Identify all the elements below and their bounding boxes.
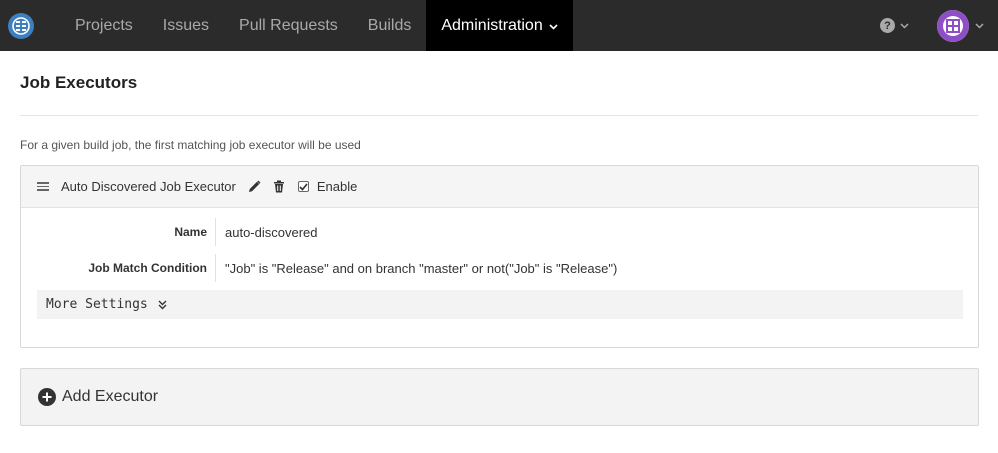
prop-value: "Job" is "Release" and on branch "master… (225, 260, 618, 276)
page-hint: For a given build job, the first matchin… (20, 138, 361, 152)
plus-circle-icon (38, 388, 56, 406)
chevron-down-icon (549, 17, 558, 35)
app-logo[interactable] (0, 0, 42, 51)
topbar-right: ? (880, 0, 998, 51)
page-title: Job Executors (20, 73, 138, 92)
nav-item-projects[interactable]: Projects (60, 0, 148, 51)
prop-row-name: Name auto-discovered (21, 218, 978, 246)
avatar (937, 9, 969, 42)
prop-value: auto-discovered (225, 224, 318, 240)
prop-label: Name (174, 225, 207, 239)
chevron-down-icon (975, 22, 984, 29)
enable-label: Enable (316, 179, 358, 194)
add-executor-button[interactable]: Add Executor (20, 368, 979, 426)
prop-label: Job Match Condition (88, 261, 207, 275)
executor-card-header: Auto Discovered Job Executor Enable (21, 166, 978, 208)
question-icon: ? (880, 18, 895, 33)
title-divider (20, 115, 978, 116)
edit-pencil-icon[interactable] (248, 180, 262, 194)
executor-card: Auto Discovered Job Executor Enable Name… (20, 165, 979, 348)
enable-checkbox[interactable] (297, 181, 309, 192)
prop-row-job-match-condition: Job Match Condition "Job" is "Release" a… (21, 254, 978, 282)
nav-item-builds[interactable]: Builds (353, 0, 427, 51)
drag-handle-icon[interactable] (37, 182, 49, 191)
help-menu-button[interactable]: ? (880, 18, 909, 33)
add-executor-label: Add Executor (62, 388, 159, 405)
nav-item-administration[interactable]: Administration (426, 0, 573, 51)
main-nav: Projects Issues Pull Requests Builds Adm… (60, 0, 573, 51)
executor-name: Auto Discovered Job Executor (61, 179, 236, 194)
chevron-down-icon (900, 22, 909, 29)
nav-item-issues[interactable]: Issues (148, 0, 224, 51)
user-menu-button[interactable] (937, 9, 984, 42)
trash-icon[interactable] (272, 180, 286, 194)
check-icon (299, 182, 308, 191)
nav-item-pull-requests[interactable]: Pull Requests (224, 0, 353, 51)
top-nav-bar: Projects Issues Pull Requests Builds Adm… (0, 0, 998, 51)
double-chevron-down-icon (158, 300, 167, 310)
logo-icon (8, 12, 34, 39)
more-settings-toggle[interactable]: More Settings (37, 290, 963, 319)
